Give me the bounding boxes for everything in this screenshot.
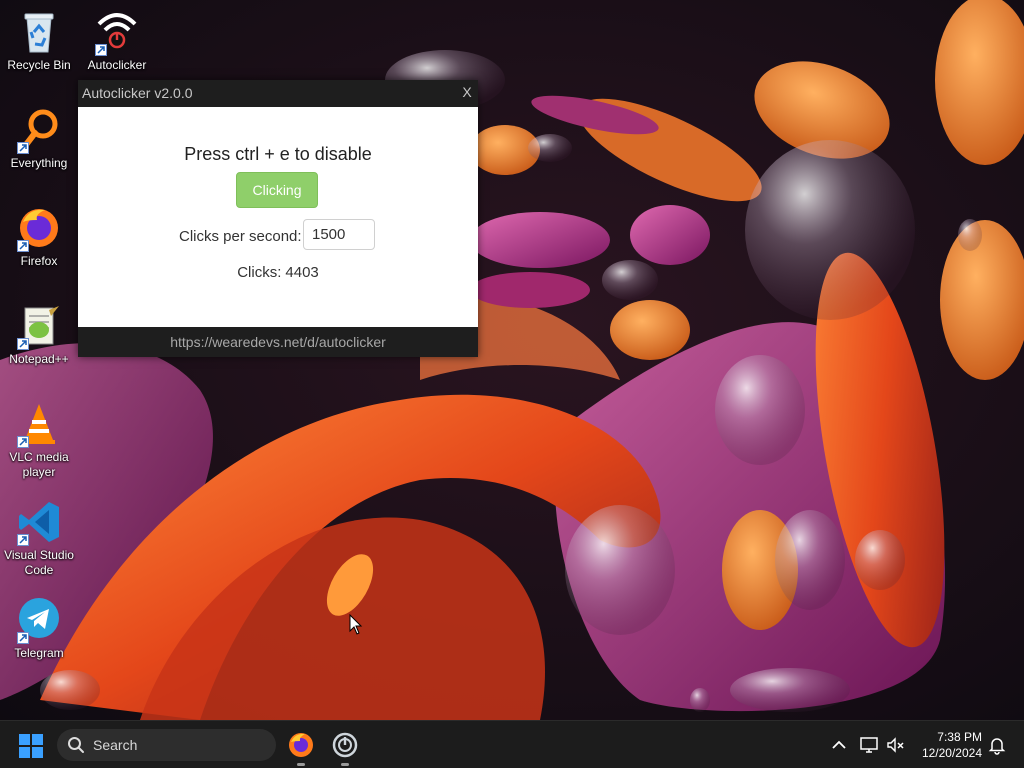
desktop-icon-autoclicker[interactable]: Autoclicker [80, 8, 154, 73]
desktop-icon-label: Recycle Bin [7, 58, 71, 72]
volume-muted-icon[interactable] [885, 735, 905, 755]
everything-search-icon [15, 106, 63, 154]
window-title: Autoclicker v2.0.0 [82, 85, 193, 101]
firefox-icon [15, 204, 63, 252]
recycle-bin-icon [15, 8, 63, 56]
desktop-icon-label: Everything [10, 156, 68, 170]
shortcut-arrow-icon [17, 632, 29, 644]
window-titlebar[interactable]: Autoclicker v2.0.0 X [78, 80, 478, 107]
desktop-icon-label: Telegram [14, 646, 64, 660]
desktop-icon-recycle-bin[interactable]: Recycle Bin [2, 8, 76, 73]
desktop-icon-notepad-plus-plus[interactable]: Notepad++ [2, 302, 76, 367]
desktop-icon-label: Visual Studio Code [4, 548, 74, 577]
footer-link[interactable]: https://wearedevs.net/d/autoclicker [78, 327, 478, 357]
shortcut-arrow-icon [17, 338, 29, 350]
desktop-icon-label: Firefox [20, 254, 58, 268]
running-indicator [297, 763, 305, 766]
clock-time: 7:38 PM [937, 730, 982, 744]
window-content: Press ctrl + e to disable Clicking Click… [78, 107, 478, 327]
notepad-plus-plus-icon [15, 302, 63, 350]
telegram-icon [15, 596, 63, 644]
taskbar-firefox[interactable] [287, 731, 315, 766]
autoclicker-icon [93, 8, 141, 56]
shortcut-arrow-icon [17, 534, 29, 546]
windows-start-icon[interactable] [18, 733, 44, 759]
search-icon [68, 737, 84, 753]
desktop-icon-telegram[interactable]: Telegram [2, 596, 76, 661]
desktop-icon-label: Notepad++ [9, 352, 69, 366]
shortcut-arrow-icon [17, 436, 29, 448]
taskbar: Search 7:38 PM 12/20/2024 [0, 720, 1024, 768]
mouse-cursor-icon [349, 614, 363, 635]
shortcut-arrow-icon [95, 44, 107, 56]
search-placeholder: Search [93, 737, 138, 753]
close-button[interactable]: X [460, 84, 474, 100]
shortcut-arrow-icon [17, 240, 29, 252]
system-clock[interactable]: 7:38 PM 12/20/2024 [912, 729, 982, 761]
click-counter-label: Clicks: [237, 264, 282, 281]
notification-bell-icon[interactable] [987, 735, 1007, 755]
hotkey-instruction: Press ctrl + e to disable [184, 144, 372, 164]
clock-date: 12/20/2024 [921, 746, 982, 760]
desktop-icon-vscode[interactable]: Visual Studio Code [2, 498, 76, 578]
firefox-icon [289, 733, 313, 757]
shortcut-arrow-icon [17, 142, 29, 154]
taskbar-search-box[interactable]: Search [57, 729, 276, 761]
desktop-icon-label: VLC media player [9, 450, 69, 479]
cps-label: Clicks per second: [179, 228, 302, 245]
desktop-icon-label: Autoclicker [87, 58, 147, 72]
taskbar-autoclicker[interactable] [331, 731, 359, 766]
desktop-icon-vlc[interactable]: VLC media player [2, 400, 76, 480]
vlc-icon [15, 400, 63, 448]
chevron-up-icon[interactable] [829, 735, 849, 755]
vscode-icon [15, 498, 63, 546]
autoclicker-icon [332, 732, 358, 758]
desktop-icon-everything[interactable]: Everything [2, 106, 76, 171]
display-icon[interactable] [859, 735, 879, 755]
running-indicator [341, 763, 349, 766]
click-counter: Clicks: 4403 [78, 264, 478, 281]
clicking-toggle-button[interactable]: Clicking [236, 172, 318, 208]
cps-input[interactable] [303, 219, 375, 250]
desktop-icon-firefox[interactable]: Firefox [2, 204, 76, 269]
click-counter-value: 4403 [285, 264, 319, 281]
autoclicker-window: Autoclicker v2.0.0 X Press ctrl + e to d… [78, 80, 478, 357]
